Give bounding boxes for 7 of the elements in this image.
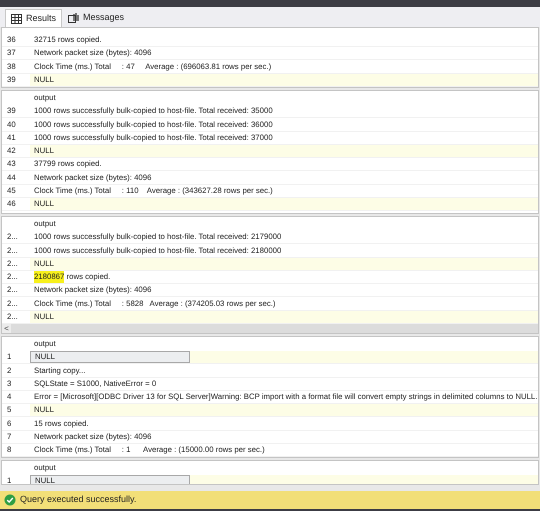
status-text: Query executed successfully. bbox=[20, 493, 136, 506]
tab[interactable]: Messages bbox=[63, 9, 130, 27]
grid-icon bbox=[11, 14, 22, 24]
messages-icon bbox=[68, 13, 80, 23]
horizontal-scrollbar[interactable]: < bbox=[2, 324, 538, 333]
success-check-icon bbox=[4, 494, 16, 506]
tab[interactable]: Results bbox=[5, 9, 62, 27]
